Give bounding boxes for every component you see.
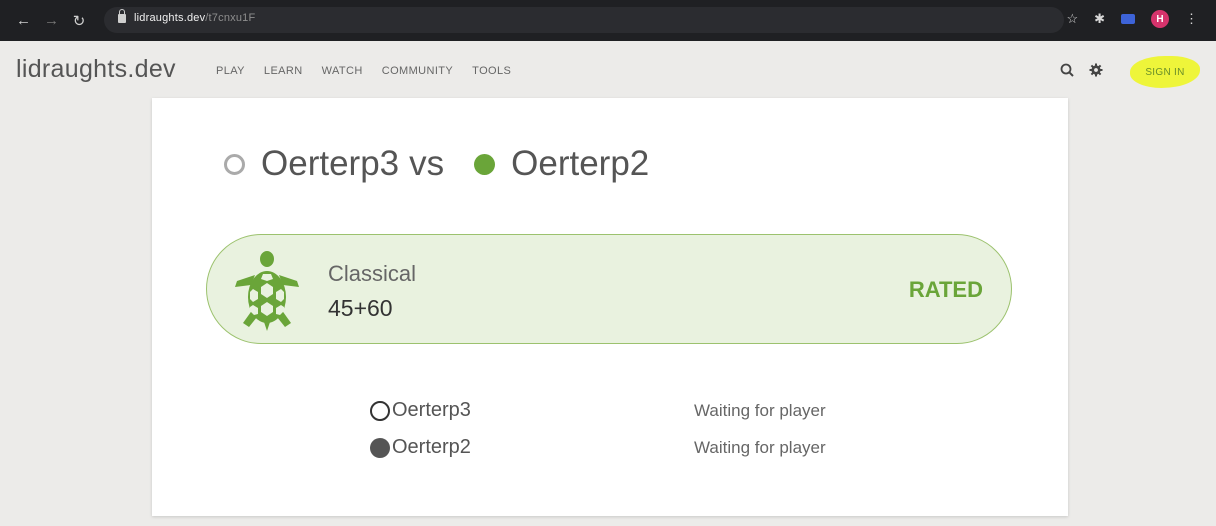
black-piece-icon (370, 437, 390, 458)
header-icons (1060, 63, 1103, 77)
gear-icon[interactable] (1089, 63, 1103, 77)
title-black-player: Oerterp2 (511, 144, 650, 183)
challenge-card: Oerterp3 vs Oerterp2 Classical 45+60 RAT… (152, 98, 1068, 516)
url-text[interactable]: lidraughts.dev/t7cnxu1F (134, 12, 255, 24)
player-name[interactable]: Oerterp2 (392, 436, 471, 459)
browser-nav: ← → ↻ (16, 12, 86, 30)
rated-badge: RATED (908, 277, 983, 302)
game-setup-panel: Classical 45+60 RATED (206, 234, 1012, 344)
url-host: lidraughts.dev (134, 12, 206, 24)
extension-icon[interactable] (1121, 14, 1135, 24)
browser-toolbar-right: ☆ ✱ H ⋮ (1066, 10, 1198, 28)
player-name[interactable]: Oerterp3 (392, 399, 471, 422)
white-piece-icon (224, 153, 245, 175)
player-name-cell: Oerterp3 (370, 399, 694, 422)
white-piece-icon (370, 400, 390, 421)
profile-avatar[interactable]: H (1151, 10, 1169, 28)
title-white-player: Oerterp3 (261, 144, 400, 183)
time-control: 45+60 (328, 295, 393, 321)
browser-chrome: ← → ↻ lidraughts.dev/t7cnxu1F ☆ ✱ H ⋮ (0, 0, 1216, 41)
players-list: Oerterp3 Waiting for player Oerterp2 Wai… (370, 392, 890, 466)
menu-item-watch[interactable]: WATCH (322, 65, 363, 77)
challenge-title: Oerterp3 vs Oerterp2 (224, 144, 649, 184)
turtle-icon (235, 251, 299, 331)
speed-label: Classical (328, 261, 417, 286)
forward-arrow-icon[interactable]: → (44, 12, 59, 30)
player-status: Waiting for player (694, 400, 826, 420)
menu-item-learn[interactable]: LEARN (264, 65, 303, 77)
title-vs: vs (409, 144, 445, 183)
search-icon[interactable] (1060, 63, 1074, 77)
reload-icon[interactable]: ↻ (72, 12, 86, 30)
sign-in-link[interactable]: SIGN IN (1130, 56, 1200, 88)
menu-item-community[interactable]: COMMUNITY (382, 65, 453, 77)
back-arrow-icon[interactable]: ← (16, 12, 31, 30)
green-piece-icon (474, 153, 496, 175)
player-row: Oerterp2 Waiting for player (370, 429, 890, 466)
url-path: /t7cnxu1F (205, 12, 256, 24)
main-menu: PLAY LEARN WATCH COMMUNITY TOOLS (216, 65, 511, 77)
menu-item-play[interactable]: PLAY (216, 65, 245, 77)
lock-icon (118, 9, 126, 23)
player-row: Oerterp3 Waiting for player (370, 392, 890, 429)
extensions-puzzle-icon[interactable]: ✱ (1094, 11, 1105, 27)
site-header: lidraughts.dev PLAY LEARN WATCH COMMUNIT… (0, 41, 1216, 99)
kebab-menu-icon[interactable]: ⋮ (1185, 11, 1198, 27)
player-name-cell: Oerterp2 (370, 436, 694, 459)
site-logo[interactable]: lidraughts.dev (16, 55, 176, 84)
player-status: Waiting for player (694, 437, 826, 457)
address-bar[interactable]: lidraughts.dev/t7cnxu1F (104, 7, 1064, 33)
menu-item-tools[interactable]: TOOLS (472, 65, 511, 77)
star-icon[interactable]: ☆ (1066, 11, 1078, 27)
